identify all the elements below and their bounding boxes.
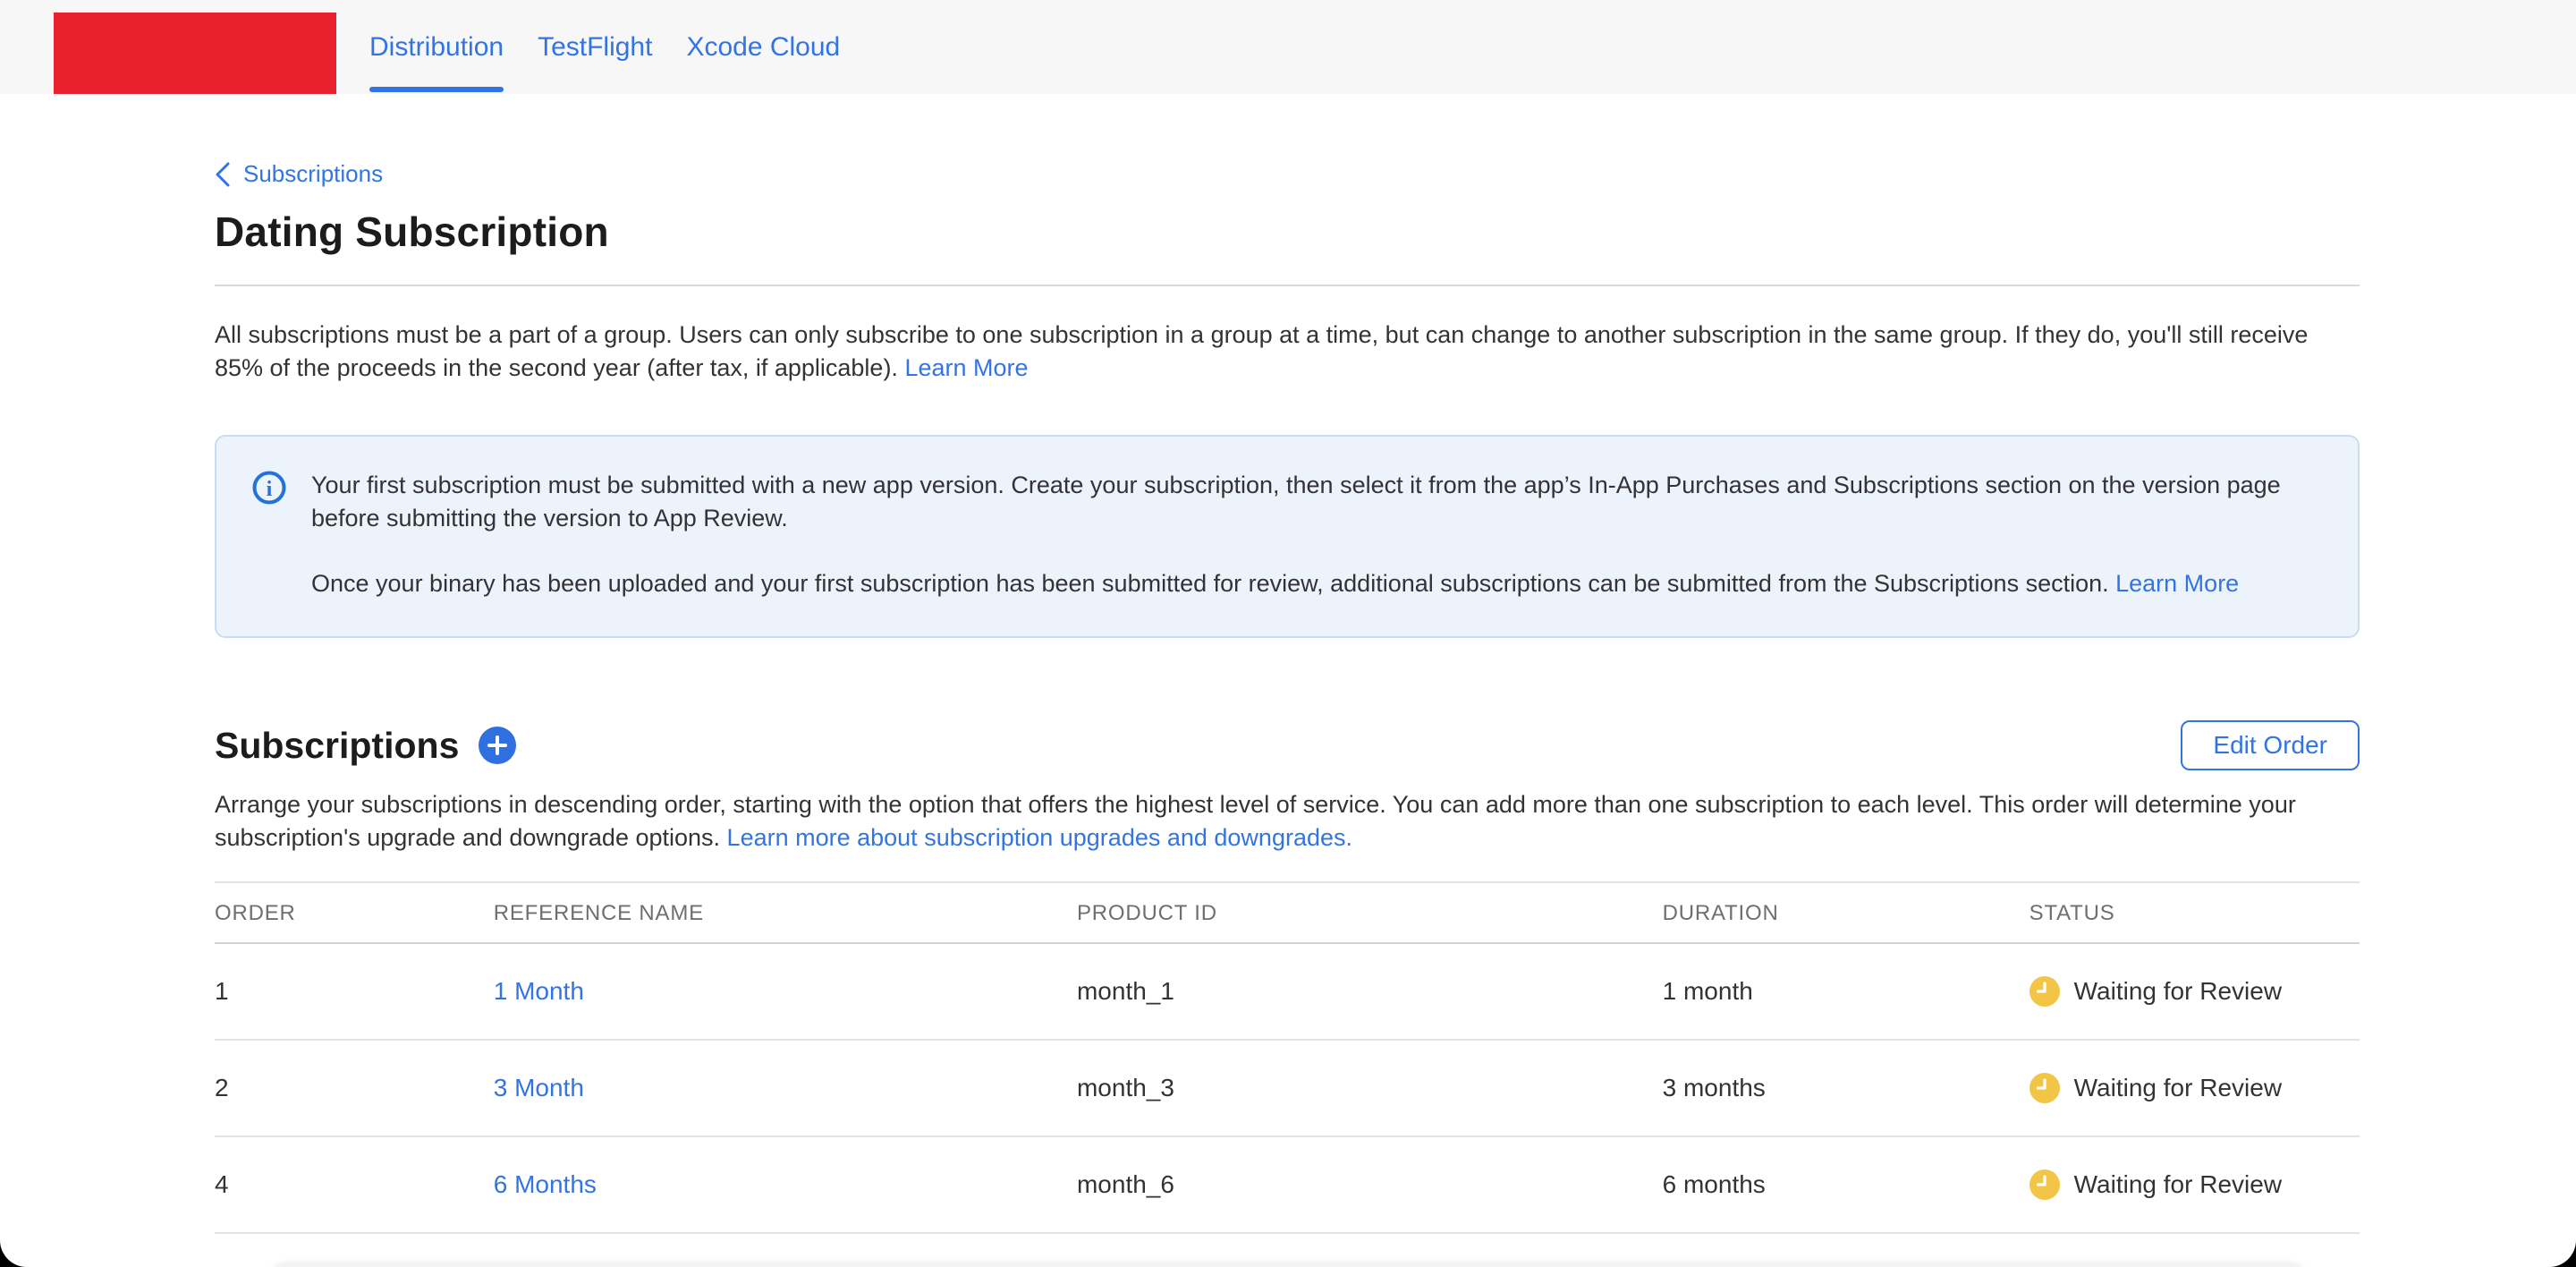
cell-duration: 6 months: [1663, 1136, 2029, 1233]
tab-xcode-cloud[interactable]: Xcode Cloud: [686, 0, 840, 94]
cell-order: 4: [215, 1136, 494, 1233]
subscriptions-table: ORDER REFERENCE NAME PRODUCT ID DURATION…: [215, 881, 2360, 1234]
main-content: Subscriptions Dating Subscription All su…: [215, 160, 2360, 1267]
window-corner-left: [0, 1240, 27, 1267]
breadcrumb-subscriptions-link[interactable]: Subscriptions: [243, 160, 383, 188]
faded-next-section: [264, 1261, 2312, 1267]
waiting-clock-icon: [2029, 1073, 2060, 1103]
cell-status: Waiting for Review: [2029, 1040, 2360, 1136]
info-paragraph-2: Once your binary has been uploaded and y…: [311, 567, 2311, 600]
primary-tabs: Distribution TestFlight Xcode Cloud: [369, 0, 840, 94]
intro-paragraph: All subscriptions must be a part of a gr…: [215, 319, 2352, 385]
cell-product-id: month_3: [1077, 1040, 1663, 1136]
column-header-duration: DURATION: [1663, 882, 2029, 943]
info-icon: i: [252, 471, 286, 600]
table-header: ORDER REFERENCE NAME PRODUCT ID DURATION…: [215, 882, 2360, 943]
tab-testflight[interactable]: TestFlight: [538, 0, 652, 94]
svg-text:i: i: [267, 478, 273, 501]
waiting-clock-icon: [2029, 976, 2060, 1007]
app-logo-redacted: [54, 13, 336, 94]
table-row: 1 1 Month month_1 1 month Waiting for Re…: [215, 943, 2360, 1040]
status-badge: Waiting for Review: [2029, 1073, 2360, 1103]
column-header-status: STATUS: [2029, 882, 2360, 943]
column-header-order: ORDER: [215, 882, 494, 943]
status-badge: Waiting for Review: [2029, 1169, 2360, 1200]
info-paragraph-2-text: Once your binary has been uploaded and y…: [311, 570, 2115, 597]
cell-reference-name: 3 Month: [494, 1040, 1077, 1136]
info-paragraph-1: Your first subscription must be submitte…: [311, 469, 2311, 535]
subscriptions-section-header: Subscriptions Edit Order: [215, 720, 2360, 770]
reference-name-link[interactable]: 1 Month: [494, 977, 584, 1005]
subscriptions-title-wrap: Subscriptions: [215, 725, 516, 767]
page-title: Dating Subscription: [215, 208, 2360, 256]
info-callout-text: Your first subscription must be submitte…: [311, 469, 2311, 600]
column-header-product-id: PRODUCT ID: [1077, 882, 1663, 943]
cell-product-id: month_6: [1077, 1136, 1663, 1233]
cell-duration: 1 month: [1663, 943, 2029, 1040]
status-badge: Waiting for Review: [2029, 976, 2360, 1007]
cell-reference-name: 6 Months: [494, 1136, 1077, 1233]
edit-order-button[interactable]: Edit Order: [2181, 720, 2360, 770]
status-text: Waiting for Review: [2074, 977, 2282, 1006]
status-text: Waiting for Review: [2074, 1074, 2282, 1102]
subscriptions-learn-more-link[interactable]: Learn more about subscription upgrades a…: [727, 824, 1352, 851]
intro-learn-more-link[interactable]: Learn More: [904, 354, 1028, 381]
top-navbar: Distribution TestFlight Xcode Cloud: [0, 0, 2576, 94]
table-row: 2 3 Month month_3 3 months Waiting for R…: [215, 1040, 2360, 1136]
chevron-left-icon: [215, 161, 231, 188]
reference-name-link[interactable]: 3 Month: [494, 1074, 584, 1101]
window-corner-right: [2549, 1240, 2576, 1267]
status-text: Waiting for Review: [2074, 1170, 2282, 1199]
breadcrumb: Subscriptions: [215, 160, 2360, 188]
waiting-clock-icon: [2029, 1169, 2060, 1200]
info-learn-more-link[interactable]: Learn More: [2115, 570, 2239, 597]
column-header-reference-name: REFERENCE NAME: [494, 882, 1077, 943]
reference-name-link[interactable]: 6 Months: [494, 1170, 597, 1198]
subscriptions-heading: Subscriptions: [215, 725, 459, 767]
cell-status: Waiting for Review: [2029, 1136, 2360, 1233]
cell-order: 2: [215, 1040, 494, 1136]
cell-reference-name: 1 Month: [494, 943, 1077, 1040]
subscriptions-description: Arrange your subscriptions in descending…: [215, 788, 2352, 855]
info-callout: i Your first subscription must be submit…: [215, 435, 2360, 638]
cell-status: Waiting for Review: [2029, 943, 2360, 1040]
title-divider: [215, 285, 2360, 286]
add-subscription-button[interactable]: [479, 727, 516, 764]
cell-product-id: month_1: [1077, 943, 1663, 1040]
intro-text: All subscriptions must be a part of a gr…: [215, 321, 2308, 381]
table-row: 4 6 Months month_6 6 months Waiting for …: [215, 1136, 2360, 1233]
cell-order: 1: [215, 943, 494, 1040]
cell-duration: 3 months: [1663, 1040, 2029, 1136]
tab-distribution[interactable]: Distribution: [369, 0, 504, 94]
